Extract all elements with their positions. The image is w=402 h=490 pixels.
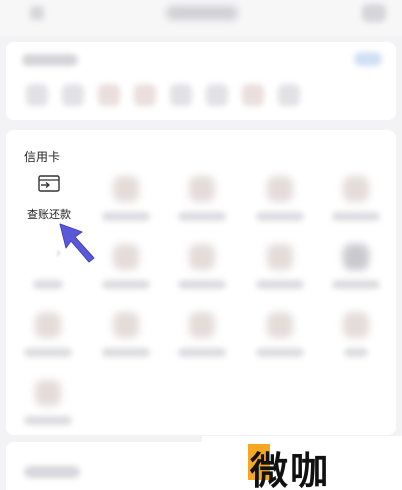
- feature-item[interactable]: [252, 312, 308, 357]
- credit-card-section: 信用卡 查账还款 ›: [6, 130, 396, 435]
- check-bill-repay-button[interactable]: 查账还款: [18, 174, 80, 222]
- shortcut-icon-row: [26, 84, 300, 106]
- feature-item[interactable]: [328, 244, 384, 289]
- feature-item[interactable]: [328, 312, 384, 357]
- shortcut-card-action[interactable]: [354, 52, 382, 66]
- feature-item[interactable]: [98, 312, 154, 357]
- card-return-icon: [38, 175, 60, 192]
- shortcut-icon[interactable]: [98, 84, 120, 106]
- feature-item[interactable]: [98, 176, 154, 221]
- watermark: 微咖: [202, 436, 402, 490]
- back-icon[interactable]: [30, 6, 44, 20]
- section-title: 信用卡: [24, 150, 61, 164]
- pointer-arrow-icon: [59, 223, 95, 263]
- feature-item[interactable]: [20, 380, 76, 425]
- top-bar: [0, 0, 402, 36]
- page-title: [166, 6, 238, 20]
- shortcut-card-title: [22, 54, 78, 66]
- feature-label: 查账还款: [27, 209, 71, 221]
- feature-item[interactable]: [328, 176, 384, 221]
- more-icon[interactable]: [362, 4, 386, 22]
- shortcut-icon[interactable]: [134, 84, 156, 106]
- feature-item[interactable]: [174, 312, 230, 357]
- feature-item[interactable]: [174, 176, 230, 221]
- next-section-title: [24, 466, 80, 478]
- feature-item[interactable]: [252, 176, 308, 221]
- feature-item[interactable]: [20, 312, 76, 357]
- shortcut-icon[interactable]: [26, 84, 48, 106]
- feature-item[interactable]: [98, 244, 154, 289]
- feature-item[interactable]: [252, 244, 308, 289]
- shortcut-icon[interactable]: [206, 84, 228, 106]
- shortcut-card: [6, 42, 396, 120]
- shortcut-icon[interactable]: [62, 84, 84, 106]
- watermark-text: 微咖: [250, 449, 331, 490]
- shortcut-icon[interactable]: [170, 84, 192, 106]
- shortcut-icon[interactable]: [242, 84, 264, 106]
- feature-item[interactable]: [174, 244, 230, 289]
- shortcut-icon[interactable]: [278, 84, 300, 106]
